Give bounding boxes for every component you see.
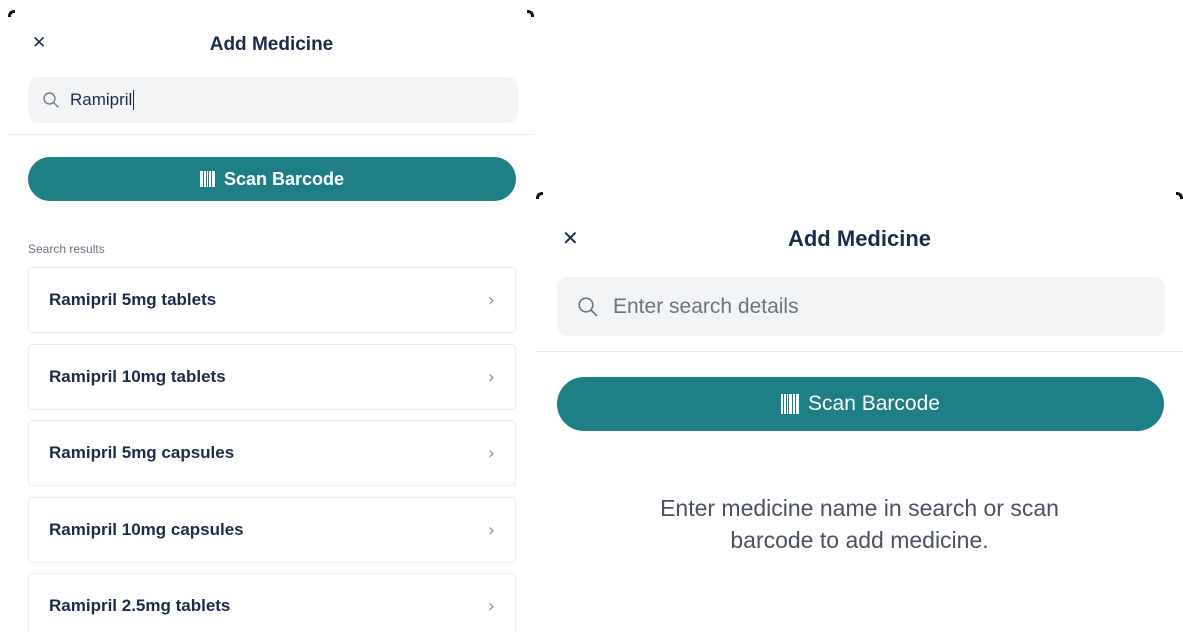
text-caret	[133, 90, 135, 110]
chevron-right-icon: ›	[487, 366, 495, 388]
result-label: Ramipril 2.5mg tablets	[49, 596, 231, 615]
result-label: Ramipril 5mg capsules	[49, 443, 235, 462]
search-value: Ramipril	[70, 90, 133, 109]
search-results-label: Search results	[28, 242, 105, 256]
chevron-right-icon: ›	[487, 519, 495, 541]
screen-corner	[1176, 192, 1183, 199]
scan-barcode-label: Scan Barcode	[223, 168, 345, 189]
barcode-icon	[781, 394, 800, 414]
result-item[interactable]: Ramipril 5mg tablets ›	[28, 267, 516, 333]
screen-corner	[8, 10, 15, 17]
page-title: Add Medicine	[787, 226, 931, 251]
result-label: Ramipril 10mg tablets	[49, 367, 226, 386]
add-medicine-screen-empty: ✕ Add Medicine Enter search details Scan…	[536, 192, 1183, 632]
empty-state-line: Enter medicine name in search or scan	[660, 495, 1059, 521]
screen-corner	[536, 192, 543, 199]
page-title: Add Medicine	[209, 34, 334, 55]
result-item[interactable]: Ramipril 5mg capsules ›	[28, 420, 516, 486]
empty-state-message: Enter medicine name in search or scan ba…	[536, 492, 1183, 556]
barcode-icon	[199, 171, 216, 187]
search-icon	[42, 91, 60, 109]
result-item[interactable]: Ramipril 10mg tablets ›	[28, 344, 516, 410]
search-icon	[577, 296, 599, 318]
scan-barcode-button[interactable]: Scan Barcode	[557, 377, 1164, 431]
add-medicine-screen-results: ✕ Add Medicine Ramipril Scan Barcode Sea…	[8, 10, 535, 632]
result-item[interactable]: Ramipril 2.5mg tablets ›	[28, 573, 516, 632]
search-input[interactable]: Enter search details	[557, 277, 1165, 336]
chevron-right-icon: ›	[487, 289, 495, 311]
search-input[interactable]: Ramipril	[28, 77, 518, 123]
search-placeholder: Enter search details	[613, 294, 799, 318]
result-label: Ramipril 5mg tablets	[49, 290, 217, 309]
scan-barcode-label: Scan Barcode	[808, 392, 940, 415]
chevron-right-icon: ›	[487, 595, 495, 617]
divider	[536, 351, 1183, 352]
result-item[interactable]: Ramipril 10mg capsules ›	[28, 497, 516, 563]
result-label: Ramipril 10mg capsules	[49, 520, 244, 539]
scan-barcode-button[interactable]: Scan Barcode	[28, 157, 516, 201]
divider	[8, 134, 535, 135]
chevron-right-icon: ›	[487, 442, 495, 464]
empty-state-line: barcode to add medicine.	[730, 527, 989, 553]
